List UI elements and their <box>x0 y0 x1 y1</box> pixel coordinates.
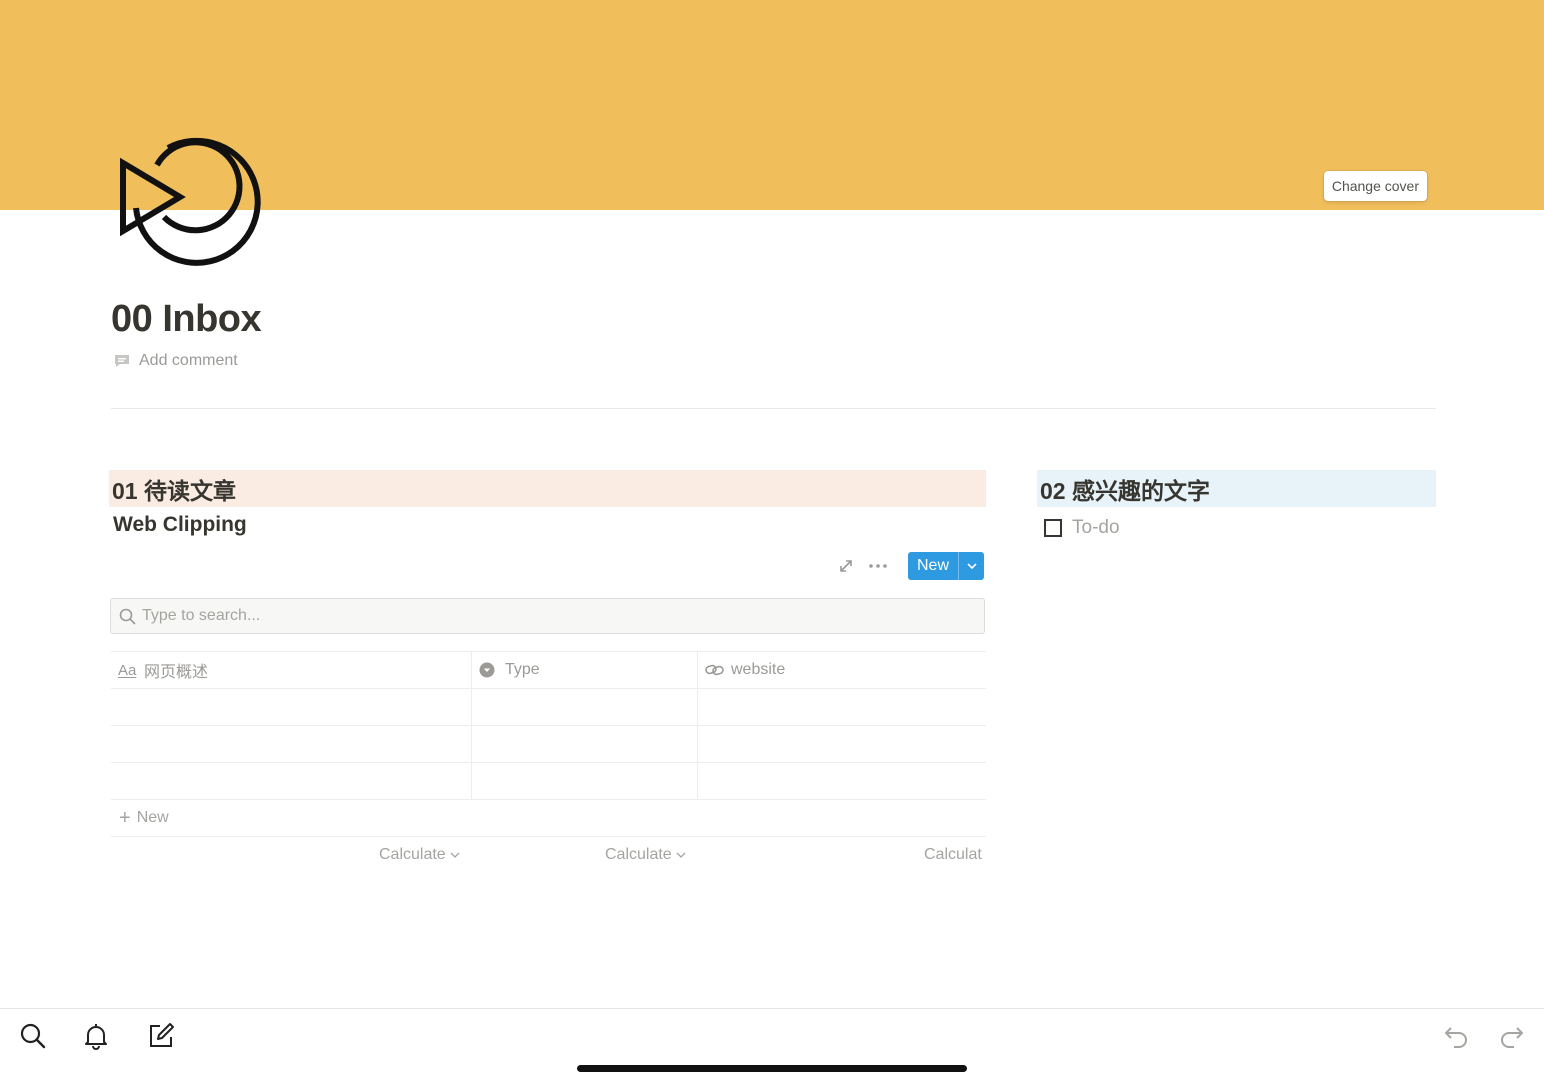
search-icon[interactable] <box>18 1021 48 1051</box>
column-header-type[interactable]: Type <box>472 652 698 688</box>
calculate-label: Calculate <box>379 846 446 863</box>
table-cell[interactable] <box>111 689 472 725</box>
add-comment-label: Add comment <box>139 352 238 369</box>
new-button-label: New <box>916 557 949 574</box>
column-left: 01 待读文章 Web Clipping New Aa 网页概述 <box>109 470 986 863</box>
add-row-button[interactable]: + New <box>111 799 986 836</box>
compose-icon[interactable] <box>146 1021 176 1051</box>
divider <box>111 408 1436 409</box>
table-row[interactable] <box>111 688 986 725</box>
chevron-down-icon <box>676 852 686 858</box>
todo-item: To-do <box>1044 517 1436 539</box>
database-title[interactable]: Web Clipping <box>113 513 986 543</box>
change-cover-button[interactable]: Change cover <box>1323 171 1427 201</box>
table-cell[interactable] <box>111 726 472 762</box>
replay-play-icon[interactable] <box>112 130 272 266</box>
add-row-label: New <box>136 809 169 826</box>
undo-icon[interactable] <box>1442 1021 1472 1051</box>
table-cell[interactable] <box>698 726 986 762</box>
table-row[interactable] <box>111 762 986 799</box>
chevron-down-icon[interactable] <box>959 552 984 580</box>
comment-icon <box>114 354 130 368</box>
database-toolbar: New <box>832 552 984 580</box>
todo-checkbox[interactable] <box>1044 519 1062 537</box>
column-right: 02 感兴趣的文字 To-do <box>1037 470 1436 539</box>
table-cell[interactable] <box>472 763 698 799</box>
chevron-down-icon <box>450 852 460 858</box>
calculate-row: Calculate Calculate Calculat <box>111 836 986 872</box>
add-comment-button[interactable]: Add comment <box>114 350 238 372</box>
bell-icon[interactable] <box>81 1021 111 1051</box>
database-table: Aa 网页概述 Type website + New Calculate Cal… <box>111 651 986 872</box>
search-input[interactable] <box>142 607 942 625</box>
todo-placeholder[interactable]: To-do <box>1072 517 1120 539</box>
new-record-button[interactable]: New <box>907 552 984 580</box>
more-icon[interactable] <box>864 552 892 580</box>
calculate-overview[interactable]: Calculate <box>379 846 460 864</box>
column-header-overview[interactable]: Aa 网页概述 <box>111 652 472 688</box>
table-header-row: Aa 网页概述 Type website <box>111 651 986 688</box>
column-label: Type <box>505 661 540 678</box>
home-indicator <box>577 1065 967 1072</box>
column-label: website <box>731 661 786 678</box>
search-icon <box>119 608 136 625</box>
table-row[interactable] <box>111 725 986 762</box>
table-cell[interactable] <box>111 763 472 799</box>
search-box[interactable] <box>110 598 985 634</box>
select-icon <box>479 662 499 678</box>
page-title[interactable]: 00 Inbox <box>111 298 262 341</box>
heading-02[interactable]: 02 感兴趣的文字 <box>1037 470 1436 507</box>
heading-01[interactable]: 01 待读文章 <box>109 470 986 507</box>
column-label: 网页概述 <box>144 664 209 681</box>
link-icon <box>705 662 725 678</box>
table-cell[interactable] <box>472 726 698 762</box>
calculate-label: Calculate <box>605 846 672 863</box>
column-header-website[interactable]: website <box>698 652 986 688</box>
calculate-website[interactable]: Calculat <box>924 846 982 864</box>
table-cell[interactable] <box>472 689 698 725</box>
title-property-icon: Aa <box>118 661 137 679</box>
redo-icon[interactable] <box>1496 1021 1526 1051</box>
plus-icon: + <box>119 807 131 829</box>
calculate-label: Calculat <box>924 846 982 863</box>
expand-icon[interactable] <box>832 552 860 580</box>
table-cell[interactable] <box>698 763 986 799</box>
table-cell[interactable] <box>698 689 986 725</box>
calculate-type[interactable]: Calculate <box>605 846 686 864</box>
